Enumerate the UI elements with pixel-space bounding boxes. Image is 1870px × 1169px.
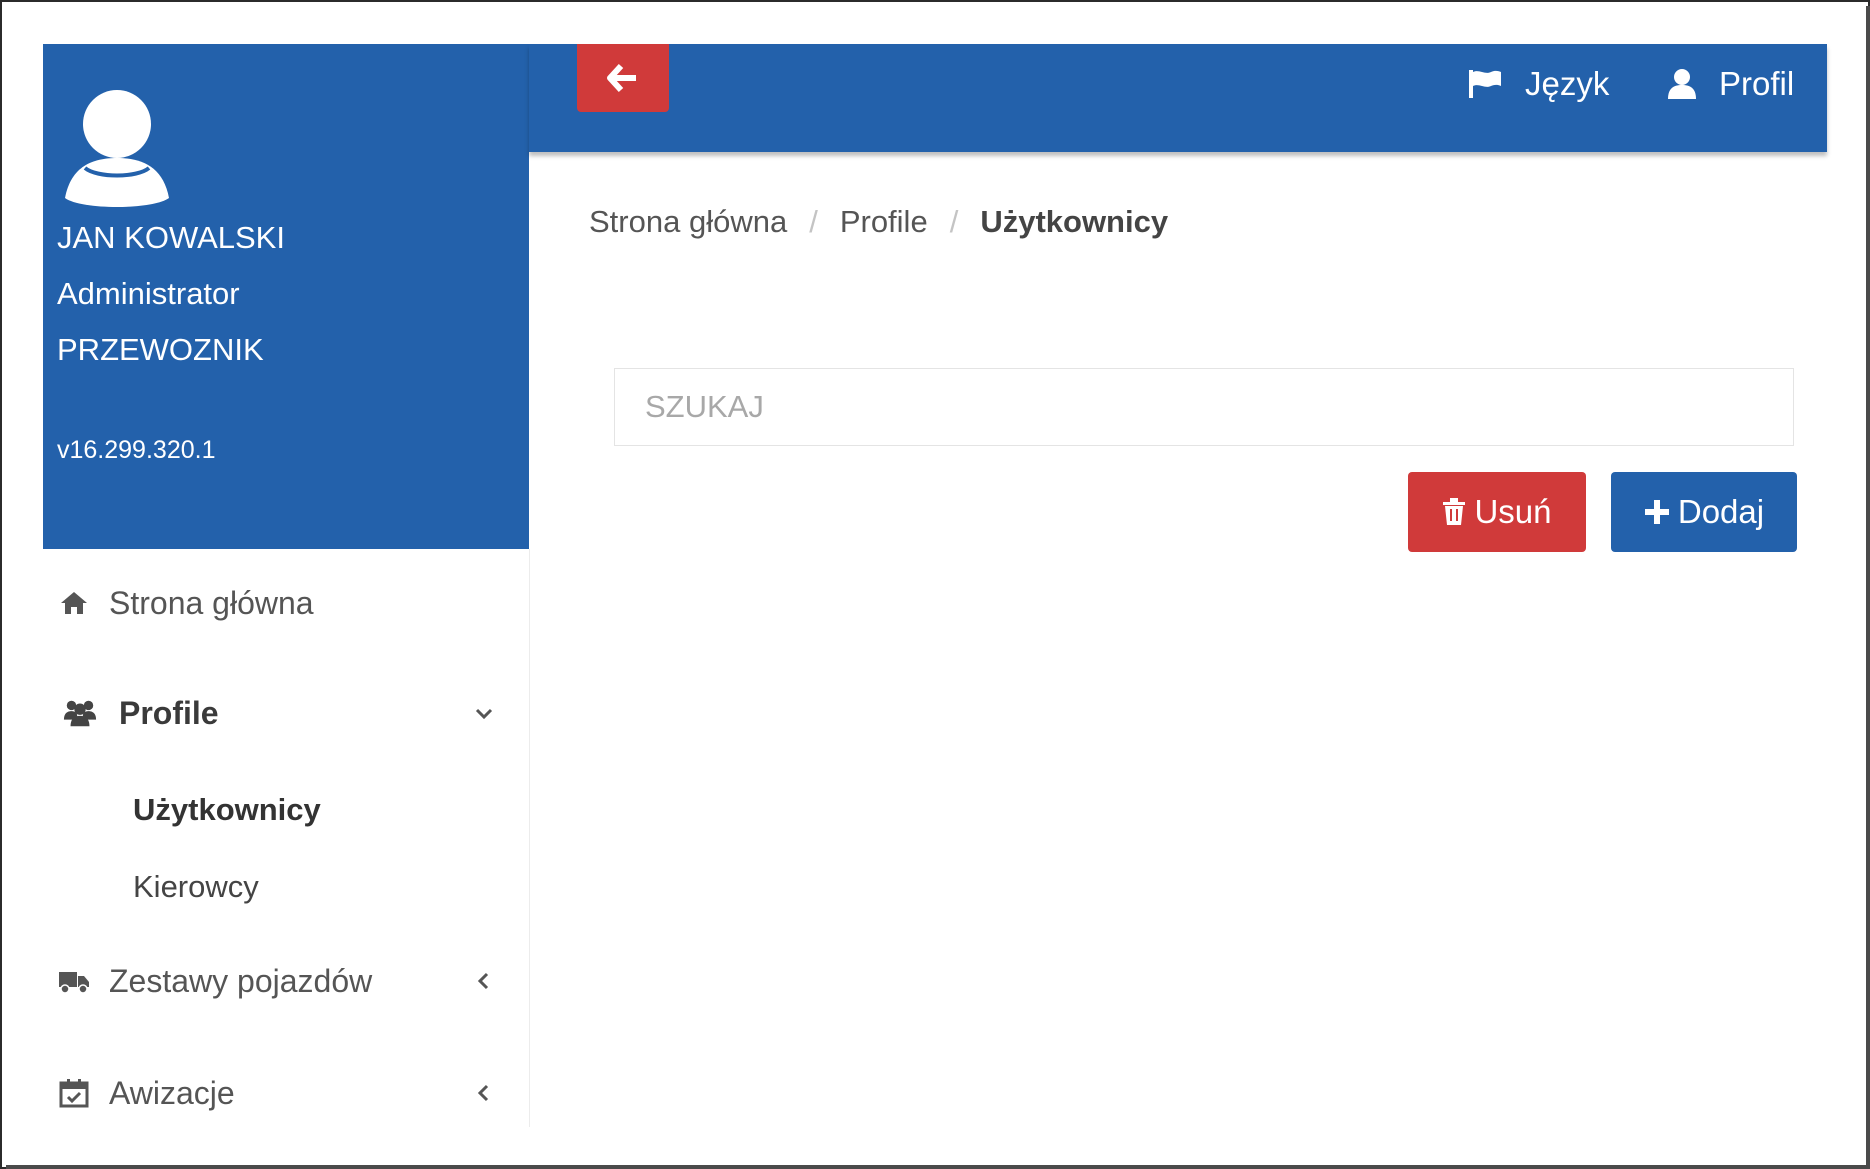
chevron-down-icon xyxy=(475,708,493,720)
home-icon xyxy=(57,586,91,620)
flag-icon xyxy=(1469,70,1501,98)
search-input[interactable] xyxy=(614,368,1794,446)
plus-icon xyxy=(1644,500,1669,524)
user-company: PRZEWOZNIK xyxy=(57,332,264,367)
user-avatar-icon xyxy=(65,90,169,207)
add-button-label: Dodaj xyxy=(1677,493,1765,530)
sidebar-item-profile[interactable]: Profile xyxy=(43,678,529,748)
top-navbar: Język Profil xyxy=(529,44,1827,152)
breadcrumb: Strona główna / Profile / Użytkownicy xyxy=(589,204,1168,240)
sidebar-user-panel: JAN KOWALSKI Administrator PRZEWOZNIK v1… xyxy=(43,44,529,549)
profile-menu[interactable]: Profil xyxy=(1667,58,1794,110)
chevron-left-icon xyxy=(477,1084,489,1102)
sidebar-item-label: Profile xyxy=(119,694,219,731)
app-version: v16.299.320.1 xyxy=(57,436,216,464)
delete-button-label: Usuń xyxy=(1474,493,1552,530)
sidebar-item-label: Awizacje xyxy=(109,1074,235,1111)
breadcrumb-home[interactable]: Strona główna xyxy=(589,204,787,240)
sidebar-item-notifications[interactable]: Awizacje xyxy=(43,1058,529,1128)
chevron-left-icon xyxy=(477,972,489,990)
sidebar-item-home[interactable]: Strona główna xyxy=(43,568,529,638)
sidebar-nav: Strona główna Profile Użytkownicy Kierow… xyxy=(43,549,530,1127)
delete-button[interactable]: Usuń xyxy=(1408,472,1586,552)
profile-label: Profil xyxy=(1719,65,1795,102)
add-button[interactable]: Dodaj xyxy=(1611,472,1797,552)
breadcrumb-current: Użytkownicy xyxy=(980,204,1169,239)
breadcrumb-separator: / xyxy=(949,204,959,239)
users-icon xyxy=(63,696,97,730)
truck-icon xyxy=(57,964,91,998)
user-name: JAN KOWALSKI xyxy=(57,220,285,255)
sidebar-item-vehicle-sets[interactable]: Zestawy pojazdów xyxy=(43,946,529,1016)
language-label: Język xyxy=(1525,65,1610,102)
sidebar-item-label: Strona główna xyxy=(109,584,314,621)
user-role: Administrator xyxy=(57,276,240,311)
sidebar-item-label: Zestawy pojazdów xyxy=(109,962,373,999)
frame-shadow-right xyxy=(1866,6,1870,1169)
user-icon xyxy=(1668,69,1696,99)
arrow-left-icon xyxy=(607,63,636,93)
sidebar-subitem-drivers[interactable]: Kierowcy xyxy=(133,869,259,905)
breadcrumb-separator: / xyxy=(809,204,818,239)
breadcrumb-profile[interactable]: Profile xyxy=(840,204,928,240)
language-menu[interactable]: Język xyxy=(1467,58,1609,110)
frame-shadow-bottom xyxy=(6,1165,1870,1169)
calendar-check-icon xyxy=(57,1076,91,1110)
sidebar-subitem-users[interactable]: Użytkownicy xyxy=(133,792,321,828)
sidebar-toggle-button[interactable] xyxy=(577,44,669,112)
trash-icon xyxy=(1443,498,1466,525)
